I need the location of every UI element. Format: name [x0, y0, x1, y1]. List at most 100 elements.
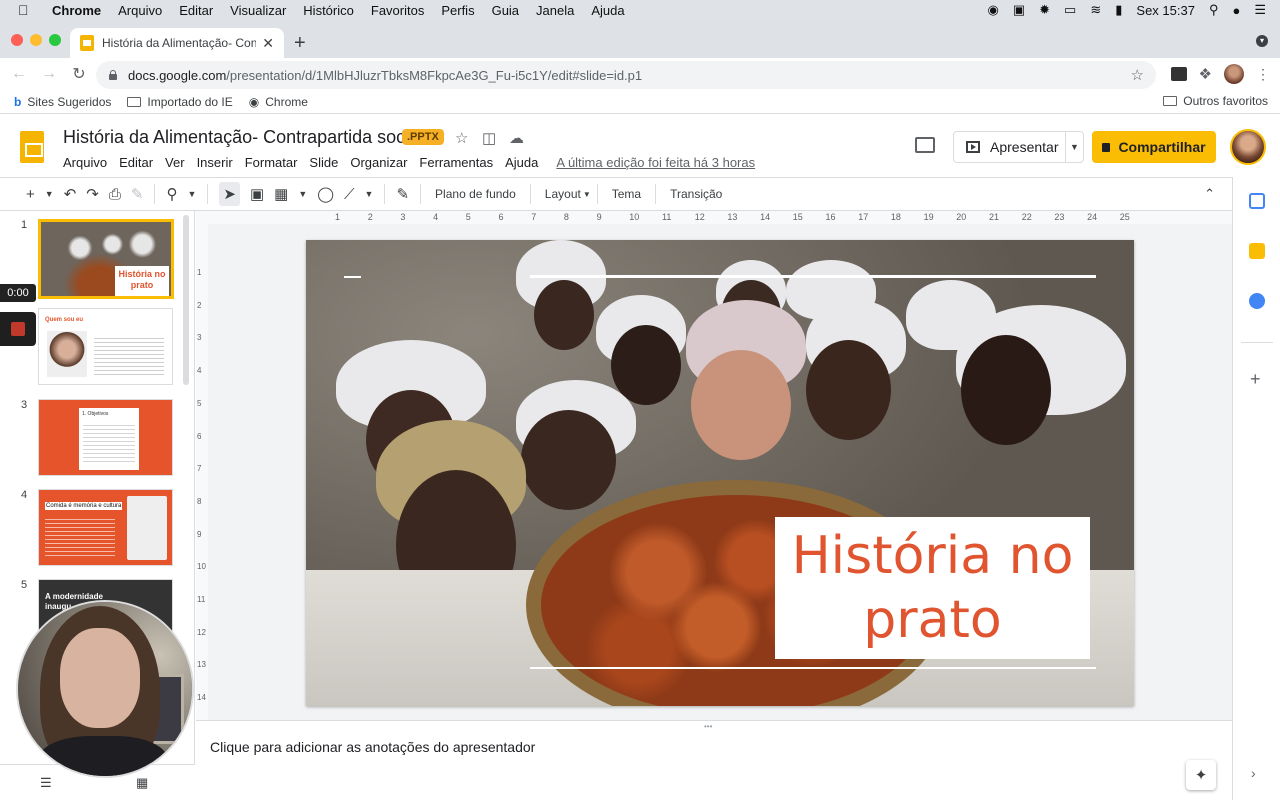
add-addon-icon[interactable]: + [1250, 369, 1261, 390]
brightness-icon[interactable]: ✹ [1039, 2, 1050, 18]
spotlight-search-icon[interactable]: ⚲ [1209, 2, 1219, 18]
paint-format-icon[interactable]: ✎ [131, 185, 144, 203]
extension-icon[interactable] [1170, 67, 1187, 81]
comments-icon[interactable] [915, 137, 935, 153]
profile-avatar[interactable] [1224, 64, 1244, 84]
reload-icon[interactable]: ↻ [64, 64, 94, 84]
new-tab-icon[interactable]: + [294, 32, 306, 55]
bookmark-sites-sugeridos[interactable]: b Sites Sugeridos [14, 95, 111, 109]
tasks-icon[interactable] [1249, 293, 1265, 309]
menubar-item-favoritos[interactable]: Favoritos [371, 3, 424, 18]
chevron-down-icon[interactable]: ▼ [1065, 132, 1083, 162]
speaker-notes-placeholder[interactable]: Clique para adicionar as anotações do ap… [210, 739, 535, 755]
present-button[interactable]: Apresentar ▼ [953, 131, 1084, 163]
select-cursor-icon[interactable]: ➤ [219, 182, 240, 206]
slide-title-box[interactable]: História no prato [775, 517, 1090, 659]
layout-button[interactable]: Layout [545, 187, 581, 201]
last-edit-link[interactable]: A última edição foi feita há 3 horas [556, 155, 755, 170]
theme-button[interactable]: Tema [612, 187, 641, 201]
menubar-item-janela[interactable]: Janela [536, 3, 574, 18]
puzzle-extensions-icon[interactable]: ❖ [1199, 65, 1212, 83]
fullscreen-window-icon[interactable] [49, 34, 61, 46]
shape-icon[interactable]: ◯ [317, 185, 334, 203]
redo-icon[interactable]: ↷ [86, 185, 99, 203]
clock[interactable]: Sex 15:37 [1136, 3, 1195, 18]
cloud-status-icon[interactable]: ☁ [509, 129, 524, 147]
collapse-toolbar-icon[interactable]: ⌃ [1204, 186, 1215, 202]
print-icon[interactable]: ⎙ [109, 186, 121, 203]
bookmark-chrome[interactable]: ◉ Chrome [249, 95, 308, 109]
filmstrip-scrollbar[interactable] [183, 215, 189, 385]
creative-cloud-icon[interactable]: ◉ [988, 2, 999, 18]
chat-icon[interactable]: ▣ [1013, 2, 1025, 18]
image-icon[interactable]: ▦ [274, 185, 288, 203]
star-icon[interactable]: ☆ [455, 129, 468, 147]
line-icon[interactable]: ⟋ [344, 186, 355, 203]
filmstrip-view-icon[interactable]: ☰ [40, 775, 52, 791]
undo-icon[interactable]: ↶ [64, 185, 77, 203]
forward-icon[interactable]: → [34, 65, 64, 83]
menu-arquivo[interactable]: Arquivo [63, 155, 107, 170]
document-title[interactable]: História da Alimentação- Contrapartida s… [63, 127, 423, 148]
menubar-item-ajuda[interactable]: Ajuda [591, 3, 624, 18]
menu-inserir[interactable]: Inserir [197, 155, 233, 170]
back-icon[interactable]: ← [4, 65, 34, 83]
chevron-down-icon[interactable]: ▼ [187, 189, 196, 199]
webcam-bubble[interactable] [16, 600, 194, 778]
stop-recording-button[interactable] [0, 312, 36, 346]
slide-thumbnail-4[interactable]: Comida é memória e cultura [38, 489, 173, 566]
calendar-icon[interactable] [1249, 193, 1265, 209]
menu-editar[interactable]: Editar [119, 155, 153, 170]
google-slides-logo-icon[interactable] [20, 131, 44, 163]
menu-organizar[interactable]: Organizar [350, 155, 407, 170]
apple-icon[interactable]:  [18, 2, 38, 18]
transition-button[interactable]: Transição [670, 187, 722, 201]
wifi-icon[interactable]: ≋ [1090, 2, 1101, 18]
chevron-right-icon[interactable]: › [1251, 765, 1256, 781]
airplay-icon[interactable]: ▭ [1064, 2, 1076, 18]
background-button[interactable]: Plano de fundo [435, 187, 516, 201]
menubar-item-guia[interactable]: Guia [492, 3, 519, 18]
chevron-down-icon[interactable]: ▼ [583, 190, 591, 199]
battery-icon[interactable]: ▮ [1115, 2, 1122, 18]
tab-search-icon[interactable]: ▾ [1256, 35, 1268, 47]
chevron-down-icon[interactable]: ▼ [45, 189, 54, 199]
menu-ajuda[interactable]: Ajuda [505, 155, 538, 170]
chrome-menu-icon[interactable]: ⋮ [1256, 66, 1270, 83]
menu-ver[interactable]: Ver [165, 155, 185, 170]
explore-button[interactable]: ✦ [1186, 760, 1216, 790]
menu-ferramentas[interactable]: Ferramentas [419, 155, 493, 170]
menubar-app-name[interactable]: Chrome [52, 3, 101, 18]
close-tab-icon[interactable]: ✕ [262, 35, 274, 52]
new-slide-icon[interactable]: + [26, 186, 35, 203]
move-folder-icon[interactable]: ◫ [482, 129, 496, 147]
grid-view-icon[interactable]: ▦ [136, 775, 148, 791]
slide-thumbnail-3[interactable]: 1. Objetivos [38, 399, 173, 476]
share-button[interactable]: Compartilhar [1092, 131, 1216, 163]
browser-tab[interactable]: História da Alimentação- Contr ✕ [70, 28, 284, 58]
lock-icon[interactable] [108, 70, 118, 80]
zoom-icon[interactable]: ⚲ [166, 185, 177, 203]
siri-icon[interactable]: ● [1232, 3, 1240, 18]
close-window-icon[interactable] [11, 34, 23, 46]
menubar-item-visualizar[interactable]: Visualizar [230, 3, 286, 18]
menubar-item-arquivo[interactable]: Arquivo [118, 3, 162, 18]
bookmark-importado-do-ie[interactable]: Importado do IE [127, 95, 233, 109]
address-bar[interactable]: docs.google.com /presentation/d/1MlbHJlu… [96, 61, 1156, 89]
bookmark-star-icon[interactable]: ☆ [1131, 66, 1144, 84]
control-center-icon[interactable]: ☰ [1254, 2, 1266, 18]
menubar-item-editar[interactable]: Editar [179, 3, 213, 18]
menu-slide[interactable]: Slide [309, 155, 338, 170]
menubar-item-perfis[interactable]: Perfis [441, 3, 474, 18]
slide-thumbnail-1[interactable]: História no prato [38, 219, 174, 299]
menubar-item-historico[interactable]: Histórico [303, 3, 354, 18]
other-bookmarks[interactable]: Outros favoritos [1163, 94, 1268, 108]
chevron-down-icon[interactable]: ▼ [365, 189, 374, 199]
minimize-window-icon[interactable] [30, 34, 42, 46]
chevron-down-icon[interactable]: ▼ [298, 189, 307, 199]
text-box-icon[interactable]: ▣ [250, 185, 264, 203]
slide-1[interactable]: História no prato [306, 240, 1134, 706]
user-avatar[interactable] [1230, 129, 1266, 165]
speaker-notes[interactable]: ••• Clique para adicionar as anotações d… [196, 720, 1232, 800]
slide-thumbnail-2[interactable]: Quem sou eu [38, 308, 173, 385]
